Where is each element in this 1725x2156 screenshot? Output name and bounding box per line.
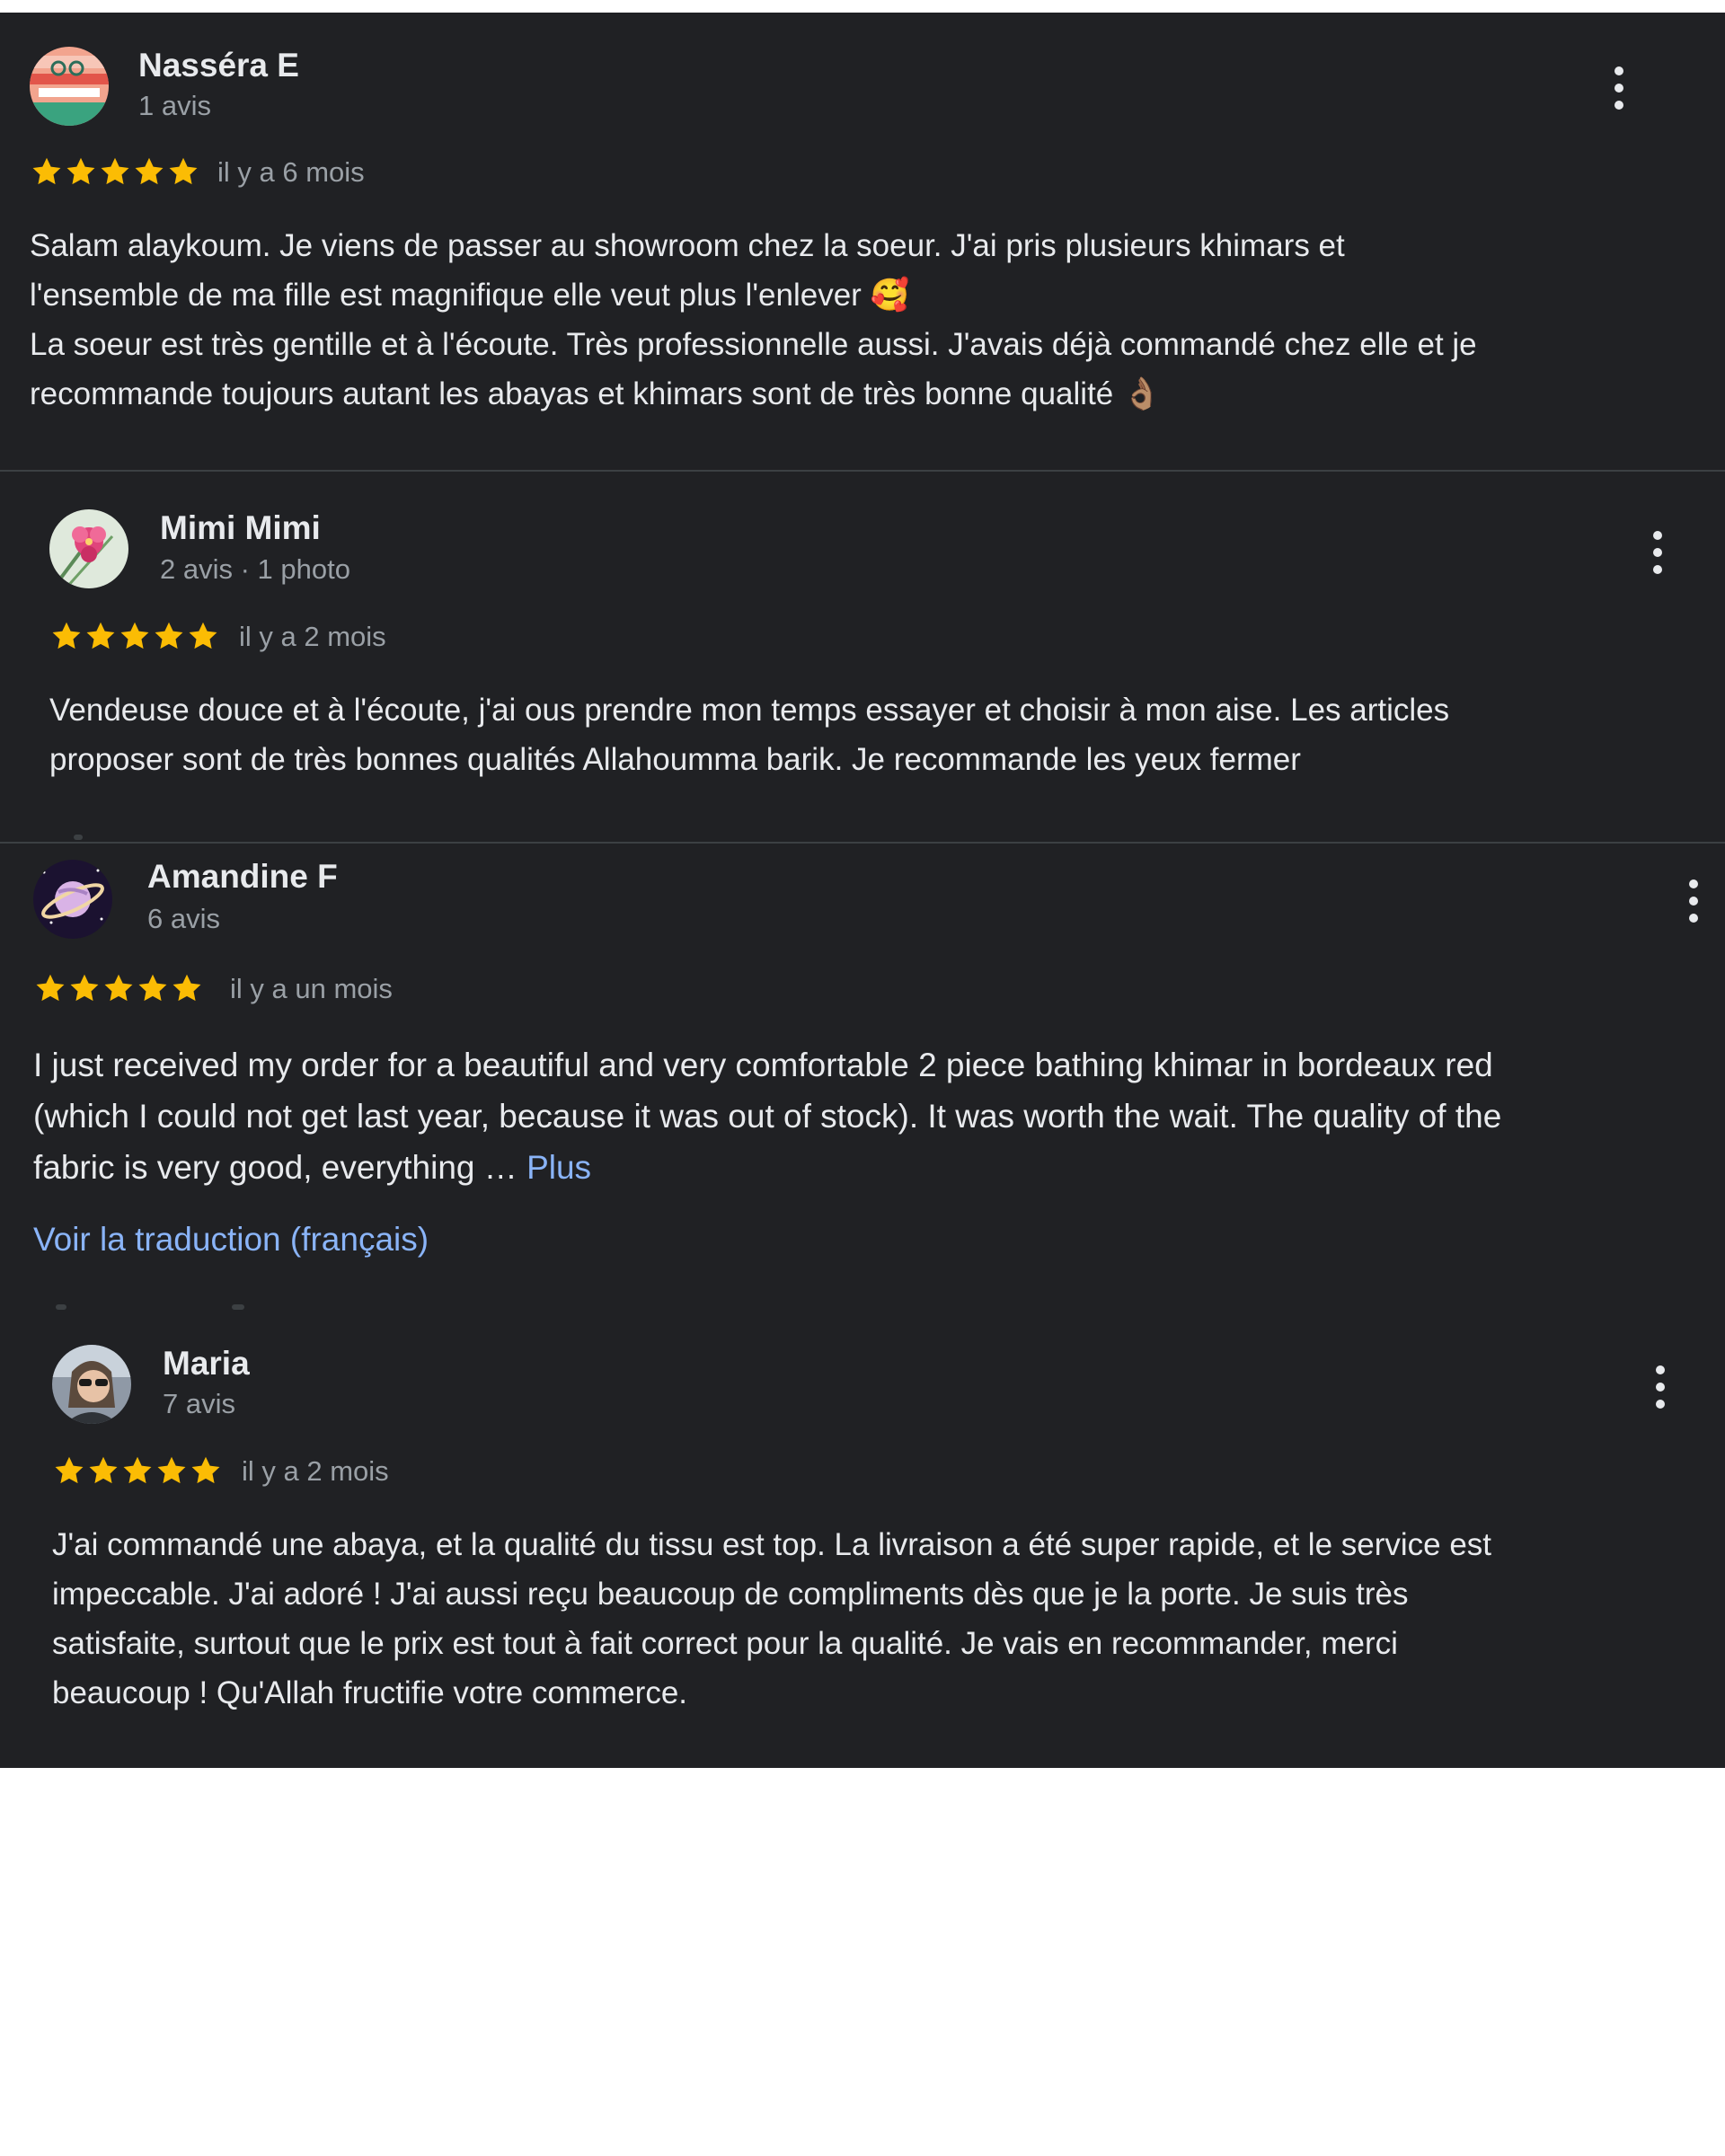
star-icon: [136, 972, 170, 1004]
more-vert-icon[interactable]: [1644, 527, 1671, 581]
review-text-line: (which I could not get last year, becaus…: [33, 1098, 1502, 1135]
review-text-line: satisfaite, surtout que le prix est tout…: [52, 1626, 1398, 1661]
star-icon: [67, 972, 102, 1004]
star-icon: [98, 155, 132, 188]
clipped-content-edge: [232, 1304, 244, 1310]
star-icon: [186, 620, 220, 652]
reviewer-avatar[interactable]: [52, 1345, 131, 1424]
review-text-line: Salam alaykoum. Je viens de passer au sh…: [30, 228, 1345, 263]
review-text-line: Vendeuse douce et à l'écoute, j'ai ous p…: [49, 693, 1450, 728]
star-icon: [118, 620, 152, 652]
review-text-truncated: fabric is very good, everything …: [33, 1149, 527, 1186]
reviewer-meta: 2 avis · 1 photo: [160, 553, 350, 585]
divider: [0, 470, 1725, 472]
review-text-line: impeccable. J'ai adoré ! J'ai aussi reçu…: [52, 1577, 1409, 1612]
review-date: il y a un mois: [230, 973, 393, 1004]
more-vert-icon[interactable]: [1680, 876, 1707, 930]
star-rating: [30, 155, 200, 188]
star-icon: [102, 972, 136, 1004]
star-rating: [33, 972, 204, 1004]
review-text-line: proposer sont de très bonnes qualités Al…: [49, 742, 1301, 777]
star-icon: [189, 1454, 223, 1487]
reviewer-name[interactable]: Maria: [163, 1345, 250, 1383]
reviewer-avatar[interactable]: [30, 47, 109, 126]
star-icon: [155, 1454, 189, 1487]
star-icon: [30, 155, 64, 188]
star-icon: [52, 1454, 86, 1487]
review-text: Salam alaykoum. Je viens de passer au sh…: [30, 221, 1701, 419]
star-icon: [49, 620, 84, 652]
more-vert-icon[interactable]: [1606, 63, 1632, 117]
clipped-content-edge: [74, 835, 83, 840]
star-icon: [33, 972, 67, 1004]
review-text: J'ai commandé une abaya, et la qualité d…: [52, 1520, 1723, 1718]
clipped-content-edge: [56, 1304, 66, 1310]
reviewer-meta: 6 avis: [147, 903, 220, 934]
more-vert-icon[interactable]: [1647, 1362, 1674, 1416]
review-date: il y a 2 mois: [242, 1455, 389, 1487]
review-text-line: beaucoup ! Qu'Allah fructifie votre comm…: [52, 1675, 688, 1710]
star-icon: [132, 155, 166, 188]
star-icon: [86, 1454, 120, 1487]
reviewer-meta: 1 avis: [138, 90, 211, 121]
reviewer-name[interactable]: Amandine F: [147, 858, 338, 896]
star-icon: [166, 155, 200, 188]
review-date: il y a 2 mois: [239, 621, 386, 652]
review-text: Vendeuse douce et à l'écoute, j'ai ous p…: [49, 685, 1721, 784]
star-icon: [152, 620, 186, 652]
reviewer-avatar[interactable]: [49, 509, 128, 588]
star-rating: [49, 620, 220, 652]
review-text-line: La soeur est très gentille et à l'écoute…: [30, 327, 1477, 362]
star-icon: [120, 1454, 155, 1487]
review-date: il y a 6 mois: [217, 156, 365, 188]
star-icon: [84, 620, 118, 652]
review-text-line: J'ai commandé une abaya, et la qualité d…: [52, 1527, 1492, 1562]
reviewer-name[interactable]: Mimi Mimi: [160, 509, 321, 547]
read-more-link[interactable]: Plus: [526, 1149, 591, 1186]
divider: [0, 842, 1725, 844]
review-text-line: l'ensemble de ma fille est magnifique el…: [30, 278, 910, 313]
reviewer-avatar[interactable]: [33, 860, 112, 939]
star-icon: [64, 155, 98, 188]
see-translation-link[interactable]: Voir la traduction (français): [33, 1221, 429, 1259]
review-text-line: I just received my order for a beautiful…: [33, 1047, 1493, 1083]
review-text: I just received my order for a beautiful…: [33, 1039, 1704, 1193]
star-rating: [52, 1454, 223, 1487]
star-icon: [170, 972, 204, 1004]
review-text-line: recommande toujours autant les abayas et…: [30, 376, 1162, 411]
reviewer-name[interactable]: Nasséra E: [138, 47, 299, 84]
review-text-line: fabric is very good, everything … Plus: [33, 1142, 1704, 1193]
reviewer-meta: 7 avis: [163, 1388, 235, 1419]
